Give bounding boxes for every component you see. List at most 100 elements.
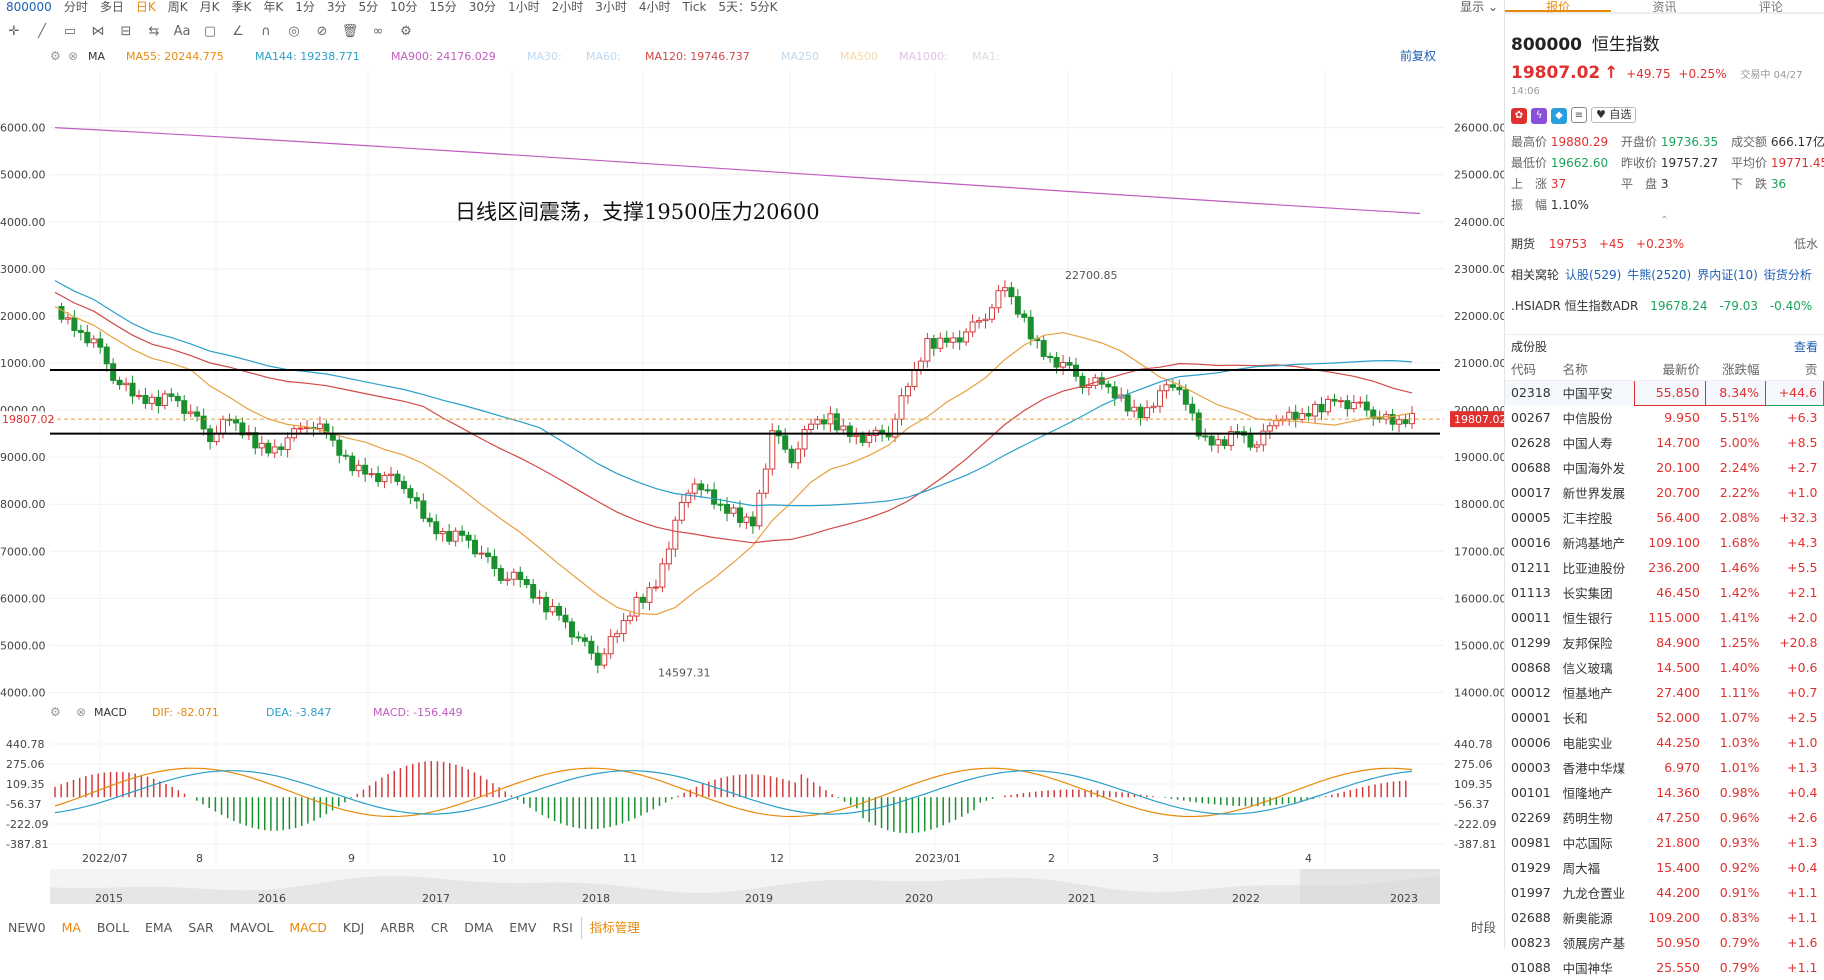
related-link[interactable]: 界内证(10) bbox=[1697, 268, 1758, 282]
table-row[interactable]: 01211 比亚迪股份 236.200 1.46% +5.5 bbox=[1505, 555, 1824, 580]
table-row[interactable]: 00868 信义玻璃 14.500 1.40% +0.6 bbox=[1505, 655, 1824, 680]
column-header[interactable]: 贡 bbox=[1765, 358, 1824, 381]
indicator-tab[interactable]: CR bbox=[423, 917, 456, 939]
timeframe-tab[interactable]: 15分 bbox=[423, 0, 462, 14]
indicator-tab[interactable]: EMA bbox=[137, 917, 180, 939]
table-row[interactable]: 01088 中国神华 25.550 0.79% +1.1 bbox=[1505, 955, 1824, 980]
indicator-tab[interactable]: KDJ bbox=[335, 917, 373, 939]
table-row[interactable]: 02318 中国平安 55.850 8.34% +44.6 bbox=[1505, 379, 1824, 406]
timeframe-tab[interactable]: 2小时 bbox=[546, 0, 590, 14]
arrow-tool-icon[interactable]: ⇆ bbox=[140, 24, 168, 39]
table-row[interactable]: 01929 周大福 15.400 0.92% +0.4 bbox=[1505, 855, 1824, 880]
futures-row[interactable]: 期货 19753 +45 +0.23% 低水 bbox=[1511, 235, 1818, 252]
kline-chart[interactable]: ⚙ ⊗ MA MA55: 20244.775 MA144: 19238.771 MA900… bbox=[0, 44, 1504, 904]
table-row[interactable]: 00267 中信股份 9.950 5.51% +6.3 bbox=[1505, 405, 1824, 430]
display-menu[interactable]: 显示 ⌄ bbox=[1454, 0, 1504, 14]
timeframe-tab[interactable]: Tick bbox=[677, 0, 713, 14]
adr-row[interactable]: .HSIADR 恒生指数ADR 19678.24 -79.03 -0.40% bbox=[1511, 297, 1818, 314]
timeframe-tab[interactable]: 4小时 bbox=[633, 0, 677, 14]
candle-body bbox=[1169, 384, 1176, 388]
column-header[interactable]: 最新价 bbox=[1634, 358, 1706, 381]
timeframe-tab[interactable]: 1小时 bbox=[502, 0, 546, 14]
indicator-tab[interactable]: ARBR bbox=[372, 917, 423, 939]
chart-canvas[interactable]: ⚙ ⊗ MA MA55: 20244.775 MA144: 19238.771 MA900… bbox=[0, 44, 1504, 904]
chevron-up-icon[interactable]: ⌃ bbox=[1505, 215, 1824, 227]
indicator-tab[interactable]: EMV bbox=[501, 917, 544, 939]
timeframe-tab[interactable]: 年K bbox=[257, 0, 289, 14]
panel-tab[interactable]: 评论 bbox=[1718, 0, 1824, 14]
ma-legend-item: MA30: bbox=[527, 50, 562, 63]
table-row[interactable]: 01299 友邦保险 84.900 1.25% +20.8 bbox=[1505, 630, 1824, 655]
view-more-link[interactable]: 查看 bbox=[1794, 335, 1818, 358]
timeframe-tab[interactable]: 10分 bbox=[384, 0, 423, 14]
timeframe-tab[interactable]: 季K bbox=[225, 0, 257, 14]
table-row[interactable]: 00823 领展房产基 50.950 0.79% +1.6 bbox=[1505, 930, 1824, 955]
column-header[interactable]: 代码 bbox=[1505, 358, 1557, 381]
symbol-code[interactable]: 800000 bbox=[0, 0, 58, 14]
line-tool-icon[interactable]: ╱ bbox=[28, 24, 56, 39]
panel-tab[interactable]: 资讯 bbox=[1611, 0, 1717, 14]
eye-icon[interactable]: ◎ bbox=[280, 24, 308, 39]
flash-icon[interactable]: ϟ bbox=[1531, 108, 1547, 124]
settings-icon[interactable]: ⚙ bbox=[392, 24, 420, 39]
table-row[interactable]: 00688 中国海外发 20.100 2.24% +2.7 bbox=[1505, 455, 1824, 480]
table-row[interactable]: 00005 汇丰控股 56.400 2.08% +32.3 bbox=[1505, 505, 1824, 530]
timeframe-tab[interactable]: 月K bbox=[194, 0, 226, 14]
timeframe-tab[interactable]: 3小时 bbox=[589, 0, 633, 14]
indicator-tab[interactable]: RSI bbox=[544, 917, 580, 939]
table-row[interactable]: 02688 新奥能源 109.200 0.83% +1.1 bbox=[1505, 905, 1824, 930]
hide-icon[interactable]: ⊘ bbox=[308, 24, 336, 39]
column-header[interactable]: 名称 bbox=[1556, 358, 1635, 381]
add-favorite-button[interactable]: ♥ 自选 bbox=[1591, 107, 1637, 123]
indicator-tab[interactable]: MACD bbox=[281, 917, 334, 939]
note-tool-icon[interactable]: ▢ bbox=[196, 24, 224, 39]
note-icon[interactable]: ≡ bbox=[1571, 107, 1587, 123]
crosshair-icon[interactable]: ✛ bbox=[0, 24, 28, 39]
trash-icon[interactable]: 🗑 bbox=[336, 24, 364, 39]
column-header[interactable]: 涨跌幅 bbox=[1705, 358, 1766, 381]
channel-tool-icon[interactable]: ⊟ bbox=[112, 24, 140, 39]
table-row[interactable]: 00101 恒隆地产 14.360 0.98% +0.4 bbox=[1505, 780, 1824, 805]
fib-tool-icon[interactable]: ⋈ bbox=[84, 24, 112, 39]
timeframe-tab[interactable]: 多日 bbox=[94, 0, 130, 14]
table-row[interactable]: 00012 恒基地产 27.400 1.11% +0.7 bbox=[1505, 680, 1824, 705]
link-icon[interactable]: ∞ bbox=[364, 24, 392, 39]
timeframe-tab[interactable]: 分时 bbox=[58, 0, 94, 14]
timeframe-tab[interactable]: 5天：5分K bbox=[712, 0, 783, 14]
related-link[interactable]: 街货分析 bbox=[1764, 268, 1812, 282]
timeframe-tab[interactable]: 日K bbox=[130, 0, 162, 14]
text-tool-icon[interactable]: Aa bbox=[168, 24, 196, 39]
indicator-tab[interactable]: NEW0 bbox=[0, 917, 54, 939]
tag-icon[interactable]: ◆ bbox=[1551, 108, 1567, 124]
timeframe-tab[interactable]: 30分 bbox=[463, 0, 502, 14]
table-row[interactable]: 01997 九龙仓置业 44.200 0.91% +1.1 bbox=[1505, 880, 1824, 905]
indicator-tab[interactable]: SAR bbox=[180, 917, 221, 939]
timeframe-tab[interactable]: 5分 bbox=[353, 0, 385, 14]
table-row[interactable]: 00016 新鸿基地产 109.100 1.68% +4.3 bbox=[1505, 530, 1824, 555]
timeframe-tab[interactable]: 周K bbox=[162, 0, 194, 14]
indicator-tab[interactable]: DMA bbox=[456, 917, 501, 939]
indicator-tab[interactable]: MAVOL bbox=[222, 917, 282, 939]
related-link[interactable]: 认股(529) bbox=[1565, 268, 1621, 282]
pen-tool-icon[interactable]: ∠ bbox=[224, 24, 252, 39]
table-row[interactable]: 00011 恒生银行 115.000 1.41% +2.0 bbox=[1505, 605, 1824, 630]
related-link[interactable]: 牛熊(2520) bbox=[1627, 268, 1691, 282]
table-row[interactable]: 00003 香港中华煤 6.970 1.01% +1.3 bbox=[1505, 755, 1824, 780]
indicator-tab[interactable]: MA bbox=[54, 917, 89, 939]
table-row[interactable]: 00006 电能实业 44.250 1.03% +1.0 bbox=[1505, 730, 1824, 755]
table-row[interactable]: 00981 中芯国际 21.800 0.93% +1.3 bbox=[1505, 830, 1824, 855]
table-row[interactable]: 00017 新世界发展 20.700 2.22% +1.0 bbox=[1505, 480, 1824, 505]
timeframe-tab[interactable]: 3分 bbox=[321, 0, 353, 14]
rect-tool-icon[interactable]: ▭ bbox=[56, 24, 84, 39]
table-row[interactable]: 02628 中国人寿 14.700 5.00% +8.5 bbox=[1505, 430, 1824, 455]
magnet-icon[interactable]: ∩ bbox=[252, 24, 280, 39]
timeframe-button[interactable]: 时段 bbox=[1463, 917, 1504, 939]
table-row[interactable]: 01113 长实集团 46.450 1.42% +2.1 bbox=[1505, 580, 1824, 605]
panel-tab[interactable]: 报价 bbox=[1505, 0, 1612, 14]
indicator-tab[interactable]: BOLL bbox=[89, 917, 137, 939]
table-row[interactable]: 00001 长和 52.000 1.07% +2.5 bbox=[1505, 705, 1824, 730]
timeframe-tab[interactable]: 1分 bbox=[289, 0, 321, 14]
table-row[interactable]: 02269 药明生物 47.250 0.96% +2.6 bbox=[1505, 805, 1824, 830]
indicator-manager-button[interactable]: 指标管理 bbox=[580, 917, 648, 939]
candle-body bbox=[1182, 389, 1189, 405]
